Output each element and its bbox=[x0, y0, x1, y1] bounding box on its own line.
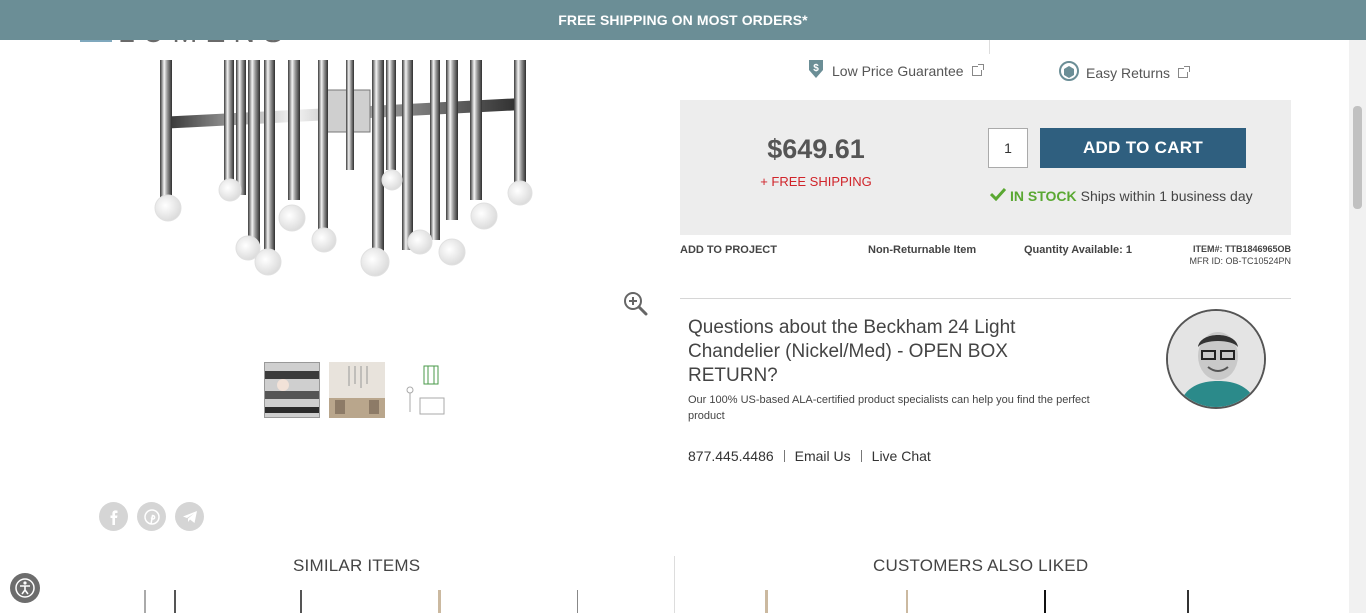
facebook-icon[interactable] bbox=[99, 502, 128, 531]
guarantee-label: Low Price Guarantee bbox=[832, 62, 964, 79]
product-main-image[interactable] bbox=[140, 40, 560, 285]
image-thumbnails bbox=[264, 362, 450, 418]
questions-subtext: Our 100% US-based ALA-certified product … bbox=[688, 394, 1090, 422]
free-shipping-banner[interactable]: FREE SHIPPING ON MOST ORDERS* bbox=[0, 0, 1366, 40]
accessibility-icon[interactable] bbox=[10, 573, 40, 603]
social-share bbox=[99, 502, 204, 531]
returns-label: Easy Returns bbox=[1086, 64, 1171, 81]
similar-item-image[interactable] bbox=[438, 590, 441, 613]
item-identifiers: ITEM#: TTB1846965OB MFR ID: OB-TC10524PN bbox=[1180, 243, 1291, 267]
item-number: ITEM#: TTB1846965OB bbox=[1192, 244, 1291, 254]
add-to-project-link[interactable]: ADD TO PROJECT bbox=[680, 244, 777, 256]
scrollbar-thumb[interactable] bbox=[1353, 106, 1362, 209]
specialist-avatar bbox=[1166, 309, 1266, 409]
thumbnail-closeup[interactable] bbox=[264, 362, 320, 418]
easy-returns-link[interactable]: Easy Returns bbox=[1058, 60, 1191, 85]
thumbnail-dimension-drawing[interactable] bbox=[394, 362, 450, 418]
return-box-icon bbox=[1058, 60, 1080, 85]
similar-items-heading: SIMILAR ITEMS bbox=[293, 556, 421, 575]
quantity-available: Quantity Available: 1 bbox=[1024, 244, 1132, 256]
customers-also-liked-heading: CUSTOMERS ALSO LIKED bbox=[873, 556, 1089, 575]
mfr-id: MFR ID: OB-TC10524PN bbox=[1189, 256, 1291, 266]
live-chat-link[interactable]: Live Chat bbox=[872, 448, 931, 464]
section-divider bbox=[680, 298, 1291, 299]
price-tag-shield-icon: $ bbox=[806, 58, 826, 83]
liked-item-image[interactable] bbox=[1187, 590, 1189, 613]
similar-item-image[interactable] bbox=[300, 590, 302, 613]
stock-status: IN STOCK Ships within 1 business day bbox=[989, 187, 1253, 204]
similar-item-image[interactable] bbox=[144, 590, 146, 613]
quantity-input[interactable]: 1 bbox=[988, 128, 1028, 168]
low-price-guarantee-link[interactable]: $ Low Price Guarantee bbox=[806, 58, 984, 83]
pinterest-icon[interactable] bbox=[137, 502, 166, 531]
telegram-icon[interactable] bbox=[175, 502, 204, 531]
phone-link[interactable]: 877.445.4486 bbox=[688, 448, 774, 464]
in-stock-label: IN STOCK bbox=[1010, 187, 1077, 204]
external-link-icon bbox=[1178, 65, 1191, 78]
contact-options: 877.445.4486 Email Us Live Chat bbox=[688, 448, 931, 464]
checkmark-icon bbox=[989, 187, 1007, 204]
questions-heading: Questions about the Beckham 24 Light Cha… bbox=[688, 317, 1016, 386]
liked-item-image[interactable] bbox=[765, 590, 768, 613]
external-link-icon bbox=[971, 63, 984, 76]
product-price: $649.61 bbox=[767, 134, 865, 164]
banner-text: FREE SHIPPING ON MOST ORDERS* bbox=[558, 12, 808, 28]
zoom-in-icon[interactable] bbox=[622, 290, 648, 316]
svg-text:$: $ bbox=[813, 63, 819, 74]
add-to-cart-button[interactable]: ADD TO CART bbox=[1040, 128, 1246, 168]
header-divider bbox=[989, 40, 990, 54]
section-separator bbox=[674, 556, 675, 613]
page-scrollbar[interactable] bbox=[1349, 40, 1366, 613]
email-us-link[interactable]: Email Us bbox=[795, 448, 851, 464]
similar-item-image[interactable] bbox=[174, 590, 176, 613]
thumbnail-room-scene[interactable] bbox=[329, 362, 385, 418]
similar-item-image[interactable] bbox=[577, 590, 578, 613]
liked-item-image[interactable] bbox=[1044, 590, 1046, 613]
ships-within-text: Ships within 1 business day bbox=[1080, 187, 1253, 204]
liked-item-image[interactable] bbox=[906, 590, 908, 613]
returnable-status: Non-Returnable Item bbox=[868, 244, 977, 256]
free-shipping-note: + FREE SHIPPING bbox=[760, 174, 872, 189]
